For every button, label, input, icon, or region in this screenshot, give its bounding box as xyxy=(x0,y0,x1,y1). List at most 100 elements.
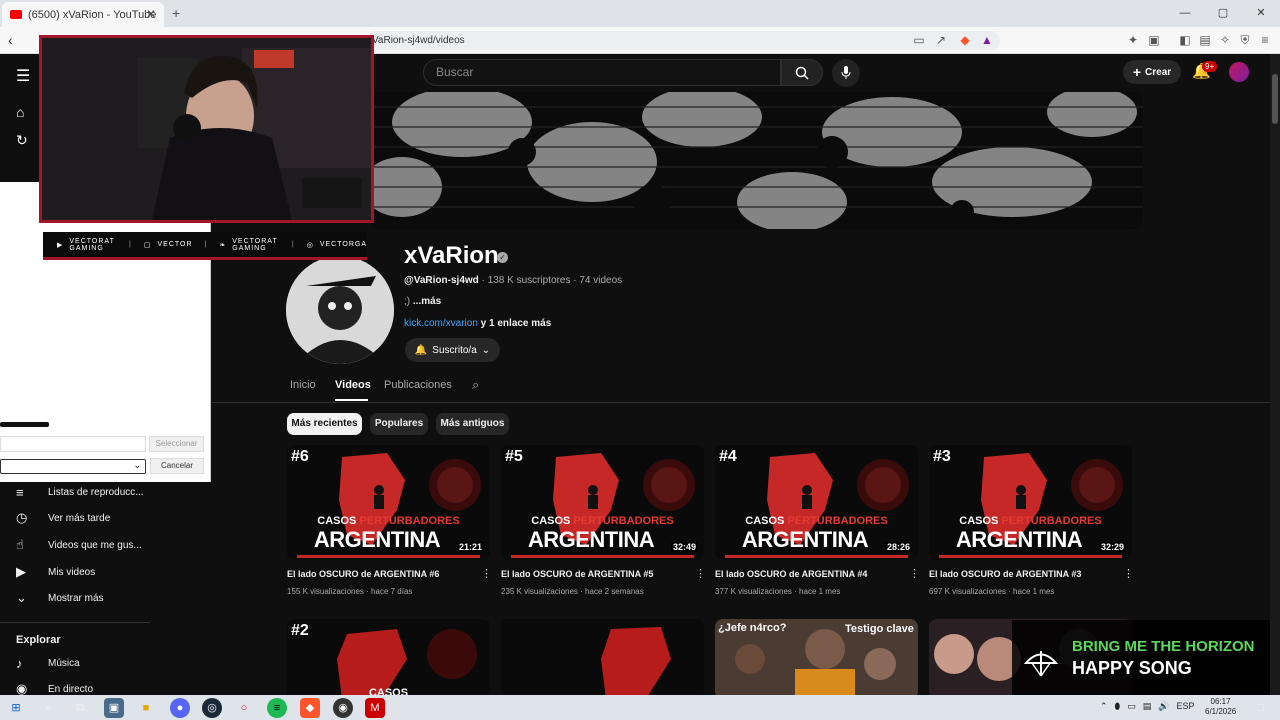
steam-icon[interactable]: ◎ xyxy=(202,698,222,718)
select-button[interactable]: Seleccionar xyxy=(149,436,204,452)
filename-field[interactable] xyxy=(0,436,146,452)
shorts-icon[interactable]: ↻ xyxy=(16,132,28,149)
hamburger-menu-icon[interactable]: ☰ xyxy=(16,66,30,86)
description-more[interactable]: ...más xyxy=(410,296,441,307)
brave-icon[interactable]: ◆ xyxy=(300,698,320,718)
more-links[interactable]: y 1 enlace más xyxy=(478,318,552,329)
sidebar-item-music[interactable]: ♪ Música xyxy=(0,650,150,676)
cast-icon[interactable]: ▭ xyxy=(912,33,926,47)
tab-publicaciones[interactable]: Publicaciones xyxy=(384,379,452,391)
video-thumbnail[interactable]: #2 CASOS xyxy=(287,619,490,695)
video-duration: 21:21 xyxy=(456,542,484,552)
video-title[interactable]: El lado OSCURO de ARGENTINA #6 xyxy=(287,569,439,579)
video-thumbnail[interactable]: #6 CASOS PERTURBADORES ARGENTINA 21:21 xyxy=(287,445,490,560)
page-scrollbar[interactable] xyxy=(1270,54,1280,695)
search-icon[interactable]: ⌕ xyxy=(38,698,58,718)
battery-icon[interactable]: ▭ xyxy=(1127,701,1136,712)
cancel-button[interactable]: Cancelar xyxy=(150,458,204,474)
chip-mas-antiguos[interactable]: Más antiguos xyxy=(436,413,509,435)
usb-icon[interactable]: ⬮ xyxy=(1115,701,1121,712)
sidebar-toggle-icon[interactable]: ◧ xyxy=(1178,33,1192,47)
tab-close-icon[interactable]: ✕ xyxy=(146,7,156,21)
obs-icon[interactable]: ◉ xyxy=(333,698,353,718)
video-thumbnail[interactable]: #3 CASOS PERTURBADORES ARGENTINA 32:29 xyxy=(929,445,1132,560)
brave-shield-icon[interactable]: ◆ xyxy=(958,33,972,47)
menu-icon[interactable]: ≡ xyxy=(1258,33,1272,47)
new-tab-button[interactable]: + xyxy=(172,5,180,21)
tab-videos[interactable]: Videos xyxy=(335,379,371,391)
sidebar-item-watch-later[interactable]: ◷ Ver más tarde xyxy=(0,505,150,531)
task-view-icon[interactable]: ⧉ xyxy=(70,698,90,718)
user-avatar[interactable] xyxy=(1229,62,1249,82)
spotify-icon[interactable]: ≡ xyxy=(267,698,287,718)
screenshot-icon[interactable]: ▣ xyxy=(1147,33,1161,47)
wallet-icon[interactable]: ▤ xyxy=(1198,33,1212,47)
minimize-button[interactable]: — xyxy=(1166,0,1204,27)
video-big-text: ARGENTINA xyxy=(955,527,1083,552)
twitch-icon: ▢ xyxy=(143,241,152,249)
channel-description[interactable]: ;) ...más xyxy=(404,296,441,307)
channel-search-icon[interactable]: ⌕ xyxy=(472,377,479,393)
leo-ai-icon[interactable]: ✧ xyxy=(1218,33,1232,47)
search-button[interactable] xyxy=(781,59,823,86)
file-explorer-icon[interactable]: ■ xyxy=(136,698,156,718)
home-icon[interactable]: ⌂ xyxy=(16,104,24,120)
video-thumbnail[interactable]: #5 CASOS PERTURBADORES ARGENTINA 32:49 xyxy=(501,445,704,560)
windows-start-icon[interactable]: ⊞ xyxy=(6,698,26,718)
channel-link[interactable]: kick.com/xvarion xyxy=(404,318,478,329)
video-duration: 32:49 xyxy=(670,542,698,552)
browser-tab[interactable]: (6500) xVaRion - YouTube ✕ xyxy=(2,2,164,27)
chip-mas-recientes[interactable]: Más recientes xyxy=(287,413,362,435)
more-options-icon[interactable]: ⋮ xyxy=(909,567,920,580)
video-title[interactable]: El lado OSCURO de ARGENTINA #3 xyxy=(929,569,1081,579)
notification-center-icon[interactable]: □ xyxy=(1251,698,1271,718)
filetype-dropdown[interactable]: ⌄ xyxy=(0,459,146,474)
create-button[interactable]: + Crear xyxy=(1123,60,1181,84)
discord-icon[interactable]: ● xyxy=(170,698,190,718)
vpn-icon[interactable]: ⛨ xyxy=(1238,33,1252,47)
clock[interactable]: 06:17 6/1/2026 xyxy=(1205,697,1236,717)
language-indicator[interactable]: ESP xyxy=(1176,701,1194,712)
sidebar-item-my-videos[interactable]: ▶ Mis videos xyxy=(0,559,150,585)
voice-search-button[interactable] xyxy=(832,59,860,87)
maximize-button[interactable]: ▢ xyxy=(1204,0,1242,27)
sidebar-item-playlists[interactable]: ≡ Listas de reproducc... xyxy=(0,479,150,505)
video-meta: 155 K visualizaciones · hace 7 días xyxy=(287,587,413,596)
social-label: VECTORAT GAMING xyxy=(232,237,278,252)
more-options-icon[interactable]: ⋮ xyxy=(1123,567,1134,580)
chevron-up-icon[interactable]: ⌃ xyxy=(1100,701,1108,712)
channel-avatar[interactable] xyxy=(286,256,394,364)
more-options-icon[interactable]: ⋮ xyxy=(481,567,492,580)
sidebar-item-live[interactable]: ◉ En directo xyxy=(0,676,150,695)
more-options-icon[interactable]: ⋮ xyxy=(695,567,706,580)
subscribed-button[interactable]: 🔔 Suscrito/a ⌄ xyxy=(405,338,500,362)
video-title[interactable]: El lado OSCURO de ARGENTINA #5 xyxy=(501,569,653,579)
video-thumbnail[interactable]: #4 CASOS PERTURBADORES ARGENTINA 28:26 xyxy=(715,445,918,560)
app-icon[interactable]: ▣ xyxy=(104,698,124,718)
app-m-icon[interactable]: M xyxy=(365,698,385,718)
video-thumbnail[interactable]: ¿Jefe n4rco? Testigo clave xyxy=(715,619,918,695)
volume-icon[interactable]: 🔊 xyxy=(1158,701,1169,712)
tab-inicio[interactable]: Inicio xyxy=(290,379,316,391)
opera-gx-icon[interactable]: ○ xyxy=(234,698,254,718)
brave-rewards-icon[interactable]: ▲ xyxy=(980,33,994,47)
sidebar-item-label: Ver más tarde xyxy=(48,512,111,524)
video-casos-text: CASOS PERTURBADORES xyxy=(501,515,704,527)
live-icon: ◉ xyxy=(16,681,28,695)
search-input[interactable]: Buscar xyxy=(423,59,781,86)
sidebar-item-liked[interactable]: ☝ Videos que me gus... xyxy=(0,532,150,558)
scrollbar-thumb[interactable] xyxy=(1272,74,1278,124)
video-thumbnail[interactable] xyxy=(501,619,704,695)
sidebar-item-show-more[interactable]: ⌄ Mostrar más xyxy=(0,585,150,611)
back-icon[interactable]: ‹ xyxy=(8,32,13,48)
thumbnail-red-bar xyxy=(511,555,694,558)
chip-populares[interactable]: Populares xyxy=(370,413,428,435)
progress-bar xyxy=(0,422,49,427)
share-icon[interactable]: ↗ xyxy=(934,33,948,47)
extensions-icon[interactable]: ✦ xyxy=(1126,33,1140,47)
video-title[interactable]: El lado OSCURO de ARGENTINA #4 xyxy=(715,569,867,579)
close-window-button[interactable]: ✕ xyxy=(1242,0,1280,27)
url-field[interactable]: VaRion-sj4wd/videos xyxy=(368,31,1000,50)
social-label: VECTOR xyxy=(157,241,193,248)
network-icon[interactable]: ▤ xyxy=(1143,701,1152,712)
